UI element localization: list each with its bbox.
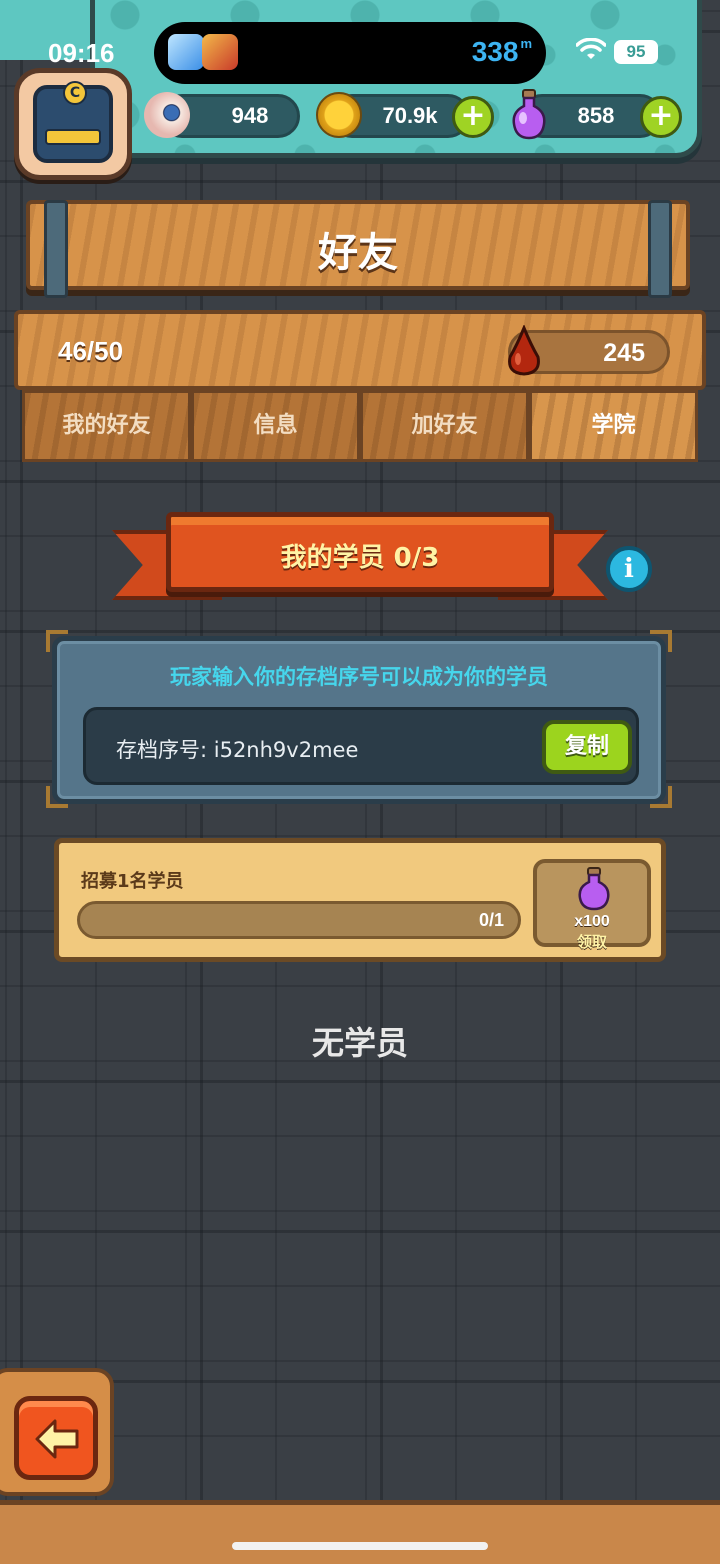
blood-drop-icon <box>508 325 540 376</box>
distance-readout: 338 m <box>472 36 532 68</box>
left-bracket <box>44 200 68 298</box>
app-icon-secondary <box>202 34 238 70</box>
tab-academy[interactable]: 学院 <box>529 390 698 462</box>
claim-label: 领取 <box>576 933 607 951</box>
blood-drop-value: 245 <box>603 339 645 367</box>
save-code: 存档序号: i52nh9v2mee <box>116 738 359 762</box>
app-icon <box>168 34 204 70</box>
avatar-teeth <box>45 129 101 145</box>
page-title: 好友 <box>318 230 398 276</box>
save-code-box: 存档序号: i52nh9v2mee 复制 <box>83 707 639 785</box>
distance-unit: m <box>520 36 532 51</box>
panel-corner <box>46 786 68 808</box>
friends-info-bar: 46/50 245 <box>14 310 706 390</box>
task-progress-bar: 0/1 <box>77 901 521 939</box>
eyeball-icon <box>144 92 190 138</box>
copy-button[interactable]: 复制 <box>542 720 632 774</box>
info-button[interactable]: i <box>606 546 652 592</box>
reward-quantity: x100 <box>574 913 610 930</box>
distance-value: 338 <box>471 36 519 67</box>
tab-bar: 我的好友 信息 加好友 学院 <box>22 390 698 462</box>
title-plank: 好友 <box>26 200 690 298</box>
back-button[interactable] <box>14 1396 98 1480</box>
invite-panel: 玩家输入你的存档序号可以成为你的学员 存档序号: i52nh9v2mee 复制 <box>52 636 666 804</box>
add-coins-button[interactable]: + <box>452 96 494 138</box>
wifi-icon <box>576 38 606 59</box>
panel-corner <box>46 630 68 652</box>
claim-reward-button[interactable]: x100 领取 <box>533 859 651 951</box>
crown-badge-icon: C <box>63 81 87 105</box>
tab-my-friends[interactable]: 我的好友 <box>22 390 191 462</box>
potion-icon <box>578 867 610 911</box>
dynamic-island: 338 m <box>154 22 546 84</box>
recruit-task-card: 招募1名学员 0/1 x100 领取 <box>54 838 666 962</box>
coin-icon <box>316 92 362 138</box>
students-banner-text: 我的学员 0/3 <box>280 543 440 573</box>
potion-value: 858 <box>577 103 615 128</box>
add-potions-button[interactable]: + <box>640 96 682 138</box>
coin-value: 70.9k <box>382 103 438 128</box>
eyeball-value: 948 <box>231 103 269 128</box>
task-label: 招募1名学员 <box>81 871 184 892</box>
right-bracket <box>648 200 672 298</box>
battery-indicator: 95 <box>614 40 658 64</box>
tab-add-friend[interactable]: 加好友 <box>360 390 529 462</box>
panel-corner <box>650 630 672 652</box>
avatar-monster: C <box>33 81 113 163</box>
panel-corner <box>650 786 672 808</box>
tab-messages[interactable]: 信息 <box>191 390 360 462</box>
task-progress-text: 0/1 <box>478 910 504 930</box>
invite-hint: 玩家输入你的存档序号可以成为你的学员 <box>170 665 548 689</box>
students-banner: 我的学员 0/3 <box>166 512 554 592</box>
player-avatar[interactable]: C <box>14 68 132 180</box>
empty-state-text: 无学员 <box>311 1024 408 1062</box>
home-indicator[interactable] <box>232 1542 488 1550</box>
blood-drop-counter: 245 <box>508 325 670 376</box>
back-arrow-icon <box>35 1419 79 1459</box>
bottom-plank <box>0 1500 720 1564</box>
status-time: 09:16 <box>48 38 115 68</box>
potion-icon <box>512 89 546 140</box>
friends-count: 46/50 <box>58 336 124 366</box>
